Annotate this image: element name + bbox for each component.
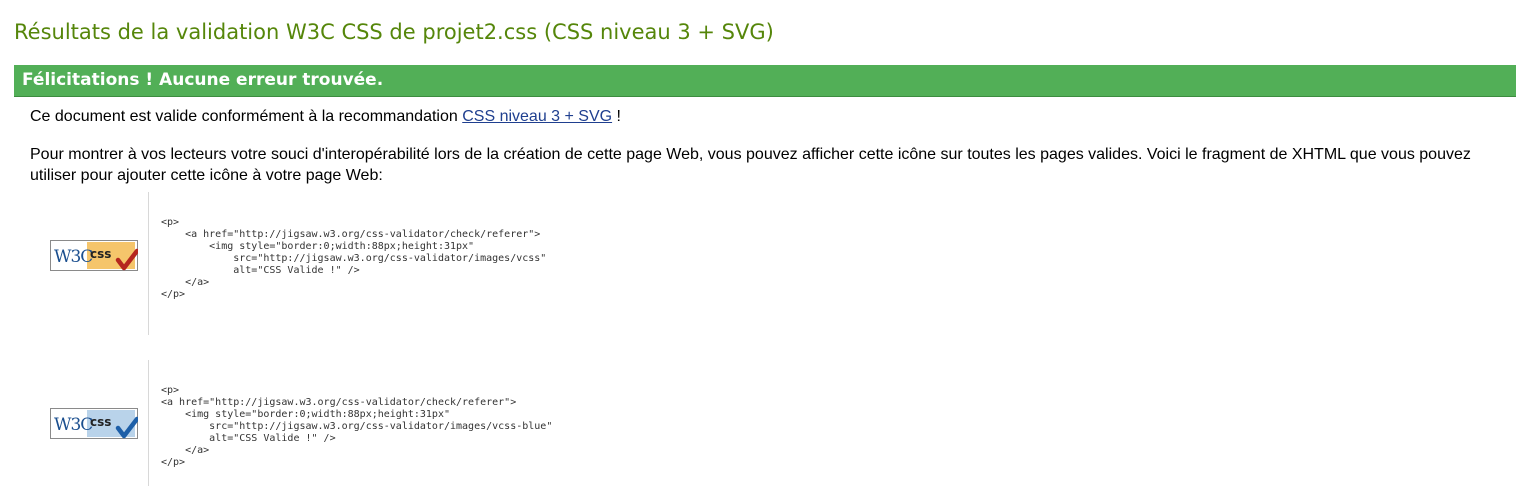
badge-block-classic: W3C css <p> <a href="http://jigsaw.w3.or… (30, 192, 730, 335)
validity-text-end: ! (612, 108, 621, 125)
recommendation-link[interactable]: CSS niveau 3 + SVG (462, 108, 612, 125)
w3c-logo-text: W3C (54, 247, 92, 267)
badge-block-blue: W3C css <p> <a href="http://jigsaw.w3.or… (30, 360, 730, 486)
css-logo-text: css (90, 247, 111, 261)
xhtml-snippet: <p> <a href="http://jigsaw.w3.org/css-va… (161, 217, 547, 300)
w3c-logo-text: W3C (54, 415, 92, 435)
css-logo-text: css (90, 415, 111, 429)
xhtml-snippet: <p> <a href="http://jigsaw.w3.org/css-va… (161, 385, 553, 468)
badge-explanation: Pour montrer à vos lecteurs votre souci … (30, 146, 1471, 184)
success-message: Félicitations ! Aucune erreur trouvée. (22, 70, 384, 90)
success-banner: Félicitations ! Aucune erreur trouvée. (14, 65, 1516, 97)
page-title: Résultats de la validation W3C CSS de pr… (14, 20, 774, 44)
snippet-divider (148, 360, 149, 486)
validity-statement: Ce document est valide conformément à la… (30, 106, 621, 127)
validity-text: Ce document est valide conformément à la… (30, 108, 463, 125)
css-valid-blue-badge-icon[interactable]: W3C css (50, 408, 138, 439)
css-valid-badge-icon[interactable]: W3C css (50, 240, 138, 271)
snippet-divider (148, 192, 149, 335)
